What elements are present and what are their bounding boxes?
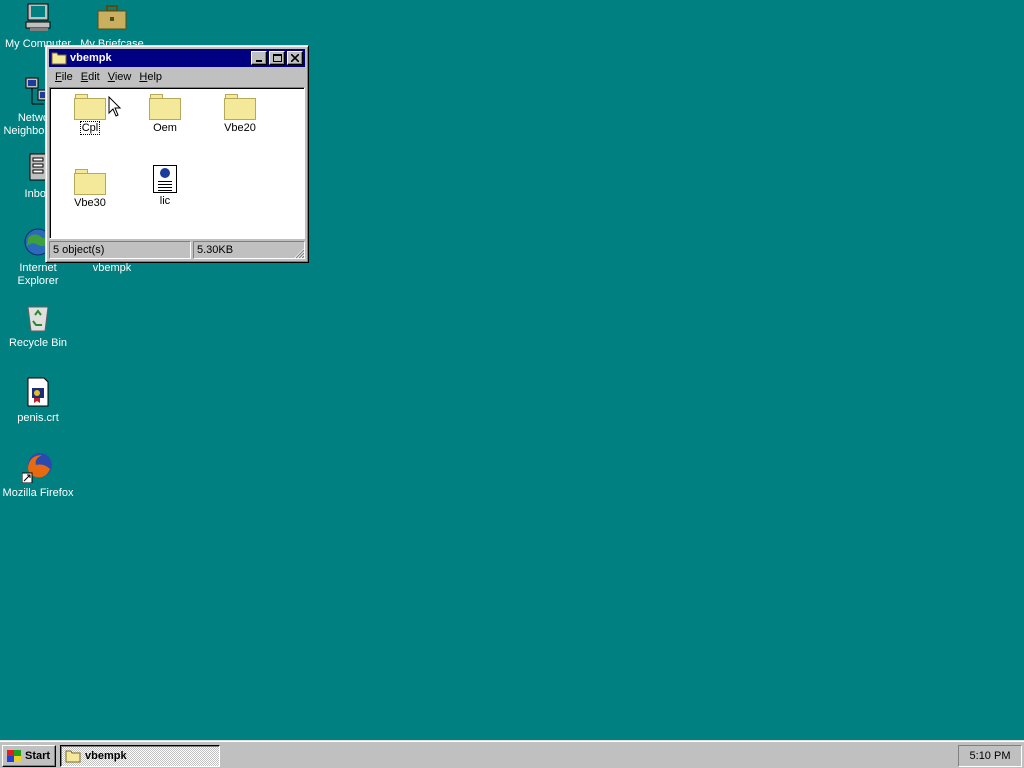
menu-bar: File Edit View Help [49,67,305,86]
folder-icon [74,169,106,195]
desktop-icon-label: Mozilla Firefox [2,487,74,499]
clock: 5:10 PM [969,750,1011,762]
window-titlebar[interactable]: vbempk [49,49,305,67]
file-item-lic[interactable]: lic [135,165,195,207]
folder-icon [74,94,106,120]
start-button[interactable]: Start [2,745,56,767]
menu-help[interactable]: Help [137,71,168,83]
item-label: lic [159,195,171,207]
maximize-button[interactable] [269,51,285,65]
desktop-icon-recycle-bin[interactable]: Recycle Bin [0,301,76,350]
desktop-icon-label: vbempk [92,262,132,274]
desktop-icon-label-line1: Internet [19,262,57,274]
desktop-icon-mozilla-firefox[interactable]: Mozilla Firefox [0,451,76,500]
taskbar-button-label: vbempk [85,750,127,762]
resize-grip-icon[interactable] [293,247,305,259]
document-icon [153,165,177,193]
item-label: Vbe30 [74,197,106,209]
my-computer-icon [22,2,54,34]
folder-icon [224,94,256,120]
taskbar-button-vbempk[interactable]: vbempk [60,745,220,767]
folder-icon [51,51,67,65]
folder-item-vbe30[interactable]: Vbe30 [60,169,120,209]
menu-view[interactable]: View [106,71,138,83]
minimize-button[interactable] [251,51,267,65]
taskbar: Start vbempk 5:10 PM [0,740,1024,768]
start-label: Start [25,750,51,762]
menu-edit[interactable]: Edit [79,71,106,83]
certificate-file-icon [22,376,54,408]
minimize-icon [256,60,262,62]
status-object-count: 5 object(s) [49,241,191,259]
desktop-icon-penis-crt[interactable]: penis.crt [0,376,76,425]
briefcase-icon [96,2,128,34]
desktop-icon-label-line2: Explorer [17,275,59,287]
window-title: vbempk [70,52,112,64]
item-label: Vbe20 [224,122,256,134]
status-size: 5.30KB [193,241,305,259]
item-label: Cpl [79,121,101,135]
file-view[interactable]: Cpl Oem Vbe20 Vbe30 lic [49,87,305,239]
folder-item-oem[interactable]: Oem [135,94,195,134]
explorer-window[interactable]: vbempk File Edit View Help Cpl Oem Vbe20 [45,45,309,263]
folder-icon [65,749,81,763]
desktop-icon-label: Recycle Bin [8,337,68,349]
menu-file[interactable]: File [53,71,79,83]
desktop-icon-label: penis.crt [17,412,59,424]
folder-icon [149,94,181,120]
desktop-icon-my-computer[interactable]: My Computer [0,2,76,51]
recycle-bin-icon [22,301,54,333]
close-icon [291,54,299,62]
system-tray[interactable]: 5:10 PM [958,745,1022,767]
status-bar: 5 object(s) 5.30KB [49,241,305,259]
item-label: Oem [153,122,177,134]
firefox-icon [21,451,54,484]
windows-logo-icon [6,749,22,763]
close-button[interactable] [287,51,303,65]
maximize-icon [272,54,282,62]
desktop-icon-my-briefcase[interactable]: My Briefcase [74,2,150,51]
mouse-cursor-icon [108,96,122,117]
folder-item-vbe20[interactable]: Vbe20 [210,94,270,134]
